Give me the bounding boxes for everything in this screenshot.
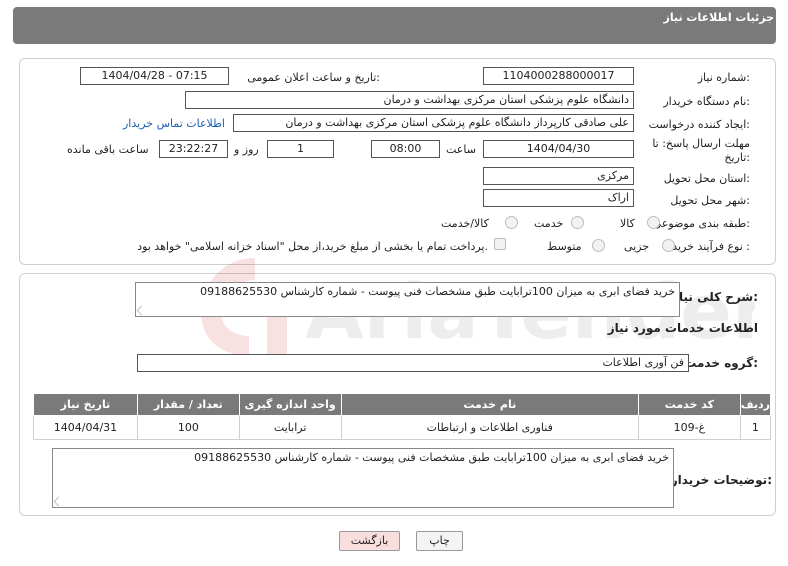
deadline-time-field: 08:00 bbox=[371, 140, 440, 158]
treasury-payment-checkbox[interactable] bbox=[494, 238, 506, 250]
category-goods-service-radio[interactable] bbox=[505, 216, 518, 229]
process-minor-label: جزیی bbox=[624, 240, 650, 253]
days-label: روز و bbox=[234, 143, 259, 156]
page-header bbox=[13, 7, 776, 44]
col-row: ردیف bbox=[739, 393, 772, 416]
services-table-header: ردیف کد خدمت نام خدمت واحد اندازه گیری ت… bbox=[33, 393, 772, 416]
deadline-label: مهلت ارسال پاسخ: تا bbox=[652, 137, 750, 150]
service-group-field: فن آوری اطلاعات bbox=[137, 354, 689, 372]
cell-need-date: 1404/04/31 bbox=[33, 415, 138, 440]
category-service-label: خدمت bbox=[534, 217, 564, 230]
remaining-time-field: 23:22:27 bbox=[159, 140, 228, 158]
process-medium-radio[interactable] bbox=[592, 239, 605, 252]
col-service-name: نام خدمت bbox=[340, 393, 639, 416]
announce-datetime-field: 1404/04/28 - 07:15 bbox=[80, 67, 229, 85]
city-label: شهر محل تحویل: bbox=[670, 194, 750, 207]
buyer-org-field: دانشگاه علوم پزشکی استان مرکزی بهداشت و … bbox=[185, 91, 634, 109]
category-goods-label: کالا bbox=[620, 217, 635, 230]
print-button[interactable]: چاپ bbox=[416, 531, 463, 551]
cell-service-code: غ-109 bbox=[637, 415, 741, 440]
category-goods-radio[interactable] bbox=[647, 216, 660, 229]
province-label: استان محل تحویل: bbox=[663, 172, 750, 185]
resize-grip-icon[interactable] bbox=[136, 305, 147, 316]
col-unit: واحد اندازه گیری bbox=[238, 393, 342, 416]
buyer-notes-textarea[interactable]: خرید فضای ابری به میزان 100ترابایت طبق م… bbox=[52, 448, 674, 508]
buyer-org-label: نام دستگاه خریدار: bbox=[663, 95, 750, 108]
col-service-code: کد خدمت bbox=[637, 393, 741, 416]
requester-field: علی صادقی کارپرداز دانشگاه علوم پزشکی اس… bbox=[233, 114, 634, 132]
category-goods-service-label: کالا/خدمت bbox=[441, 217, 489, 230]
back-button[interactable]: بازگشت bbox=[339, 531, 400, 551]
need-number-field: 1104000288000017 bbox=[483, 67, 634, 85]
general-desc-textarea[interactable]: خرید فضای ابری به میزان 100ترابایت طبق م… bbox=[135, 282, 680, 317]
category-service-radio[interactable] bbox=[571, 216, 584, 229]
process-type-label: نوع فرآیند خرید : bbox=[672, 240, 750, 253]
buyer-notes-label: توضیحات خریدار: bbox=[670, 473, 772, 487]
remaining-time-label: ساعت باقی مانده bbox=[67, 143, 149, 156]
buyer-contact-link[interactable]: اطلاعات تماس خریدار bbox=[123, 117, 225, 130]
page-title: جزئیات اطلاعات نیاز bbox=[663, 11, 775, 24]
announce-datetime-label: تاریخ و ساعت اعلان عمومی: bbox=[247, 71, 380, 84]
days-remaining-field: 1 bbox=[267, 140, 334, 158]
province-field: مرکزی bbox=[483, 167, 634, 185]
process-medium-label: متوسط bbox=[547, 240, 582, 253]
deadline-time-label: ساعت bbox=[446, 143, 476, 156]
requester-label: ایجاد کننده درخواست: bbox=[648, 118, 750, 131]
deadline-label-date: تاریخ: bbox=[724, 151, 750, 164]
deadline-date-field: 1404/04/30 bbox=[483, 140, 634, 158]
general-desc-text: خرید فضای ابری به میزان 100ترابایت طبق م… bbox=[200, 285, 675, 298]
resize-grip-icon[interactable] bbox=[53, 496, 64, 507]
table-row[interactable]: 1 غ-109 فناوری اطلاعات و ارتباطات ترابای… bbox=[33, 415, 772, 440]
service-group-label: گروه خدمت: bbox=[684, 356, 758, 370]
process-minor-radio[interactable] bbox=[662, 239, 675, 252]
category-label: طبقه بندی موضوعی: bbox=[652, 217, 750, 230]
col-need-date: تاریخ نیاز bbox=[33, 393, 138, 416]
need-info-panel bbox=[19, 58, 776, 265]
cell-service-name: فناوری اطلاعات و ارتباطات bbox=[340, 415, 639, 440]
col-quantity: تعداد / مقدار bbox=[136, 393, 240, 416]
cell-quantity: 100 bbox=[136, 415, 240, 440]
cell-unit: ترابایت bbox=[238, 415, 342, 440]
buyer-notes-text: خرید فضای ابری به میزان 100ترابایت طبق م… bbox=[194, 451, 669, 464]
services-table: ردیف کد خدمت نام خدمت واحد اندازه گیری ت… bbox=[33, 393, 772, 440]
treasury-payment-note: پرداخت تمام یا بخشی از مبلغ خرید،از محل … bbox=[137, 240, 488, 253]
cell-row: 1 bbox=[739, 415, 772, 440]
need-number-label: شماره نیاز: bbox=[697, 71, 750, 84]
city-field: اراک bbox=[483, 189, 634, 207]
services-section-title: اطلاعات خدمات مورد نیاز bbox=[607, 321, 758, 335]
general-desc-label: شرح کلی نیاز: bbox=[672, 290, 758, 304]
